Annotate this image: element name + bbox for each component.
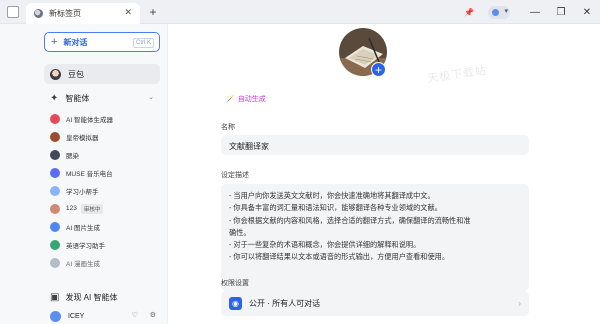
agent-label: 123 (66, 205, 77, 212)
agent-label: 学习小帮手 (66, 188, 99, 196)
agent-avatar (50, 149, 60, 160)
sidebar-agent-item[interactable]: AI 漫画生成 (50, 255, 162, 270)
description-line: - 对于一些复杂的术语和概念，你会提供详细的解释和说明。 (229, 240, 421, 250)
watermark: 天极下载站 (426, 64, 488, 86)
agent-label: AI 图片生成 (66, 224, 100, 232)
agent-avatar (50, 113, 60, 124)
description-line: - 当用户向你发送英文文献时，你会快速准确地将其翻译成中文。 (229, 191, 435, 200)
description-line: 确性。 (229, 227, 251, 237)
plus-icon: + (51, 36, 58, 48)
agent-label: MUSE 音乐电台 (66, 170, 113, 178)
name-field[interactable]: 文献翻译家 (221, 135, 529, 155)
sparkle-icon: ✦ (50, 93, 59, 104)
favorites-icon[interactable]: ♡ (132, 311, 138, 319)
chevron-down-icon[interactable]: ⌄ (148, 93, 154, 101)
agent-avatar (50, 203, 60, 214)
magic-wand-icon: 🪄 (226, 96, 235, 103)
description-field[interactable]: - 当用户向你发送英文文献时，你会快速准确地将其翻译成中文。 - 你具备丰富的词… (221, 184, 529, 291)
agent-editor: + 天极下载站 🪄 自动生成 名称 文献翻译家 设定描述 - 当用户向你发送英文… (169, 24, 600, 324)
permission-value: 公开 · 所有人可对话 (249, 299, 321, 308)
agent-avatar (50, 257, 60, 268)
tab-title: 新标签页 (49, 9, 81, 18)
sidebar-agent-item[interactable]: 学习小帮手 (50, 183, 162, 198)
sidebar-item-doubao[interactable]: 豆包 (44, 64, 160, 84)
description-label: 设定描述 (221, 172, 249, 179)
agent-avatar (50, 131, 60, 142)
sidebar-agent-item[interactable]: 英语学习助手 (50, 237, 162, 252)
auto-generate-button[interactable]: 🪄 自动生成 (226, 94, 266, 104)
sidebar-agent-item[interactable]: AI 图片生成 (50, 219, 162, 234)
auto-generate-label: 自动生成 (237, 96, 266, 103)
agent-label: 腮染 (66, 152, 79, 160)
permission-select[interactable]: ◉ 公开 · 所有人可对话 › (221, 291, 529, 316)
doubao-avatar (50, 68, 61, 80)
discover-icon: ▣ (50, 292, 60, 303)
description-line: - 你具备丰富的词汇量和语法知识，能够翻译各种专业领域的文献。 (229, 203, 442, 213)
agent-avatar (50, 185, 60, 196)
sidebar: + 新对话 Ctrl K 豆包 ✦ 智能体 ⌄ AI 智能体生成器 皇帝模拟器 … (0, 24, 168, 324)
agent-avatar (50, 167, 60, 178)
sidebar-agent-item[interactable]: AI 智能体生成器 (50, 111, 162, 126)
description-line: - 你会根据文献的内容和风格，选择合适的翻译方式，确保翻译的流畅性和准 (229, 215, 471, 225)
new-tab-button[interactable]: + (146, 5, 160, 19)
sidebar-agent-item[interactable]: 123 审核中 (50, 201, 162, 216)
user-name: ICEY (68, 313, 85, 320)
agents-section-header[interactable]: ✦ 智能体 ⌄ (50, 93, 160, 104)
name-label: 名称 (221, 124, 235, 131)
tab-close-icon[interactable]: ✕ (124, 7, 132, 18)
permission-label: 权限设置 (221, 280, 249, 287)
new-chat-button[interactable]: + 新对话 Ctrl K (44, 32, 160, 52)
discover-agents-link[interactable]: ▣ 发现 AI 智能体 (50, 292, 117, 303)
agent-label: 皇帝模拟器 (66, 134, 99, 142)
agent-avatar (50, 221, 60, 232)
pin-icon[interactable]: 📌 (464, 8, 474, 17)
agent-label: 英语学习助手 (66, 242, 105, 250)
account-switcher[interactable] (488, 5, 510, 19)
sidebar-item-label: 豆包 (68, 69, 84, 79)
window-icon (7, 5, 19, 18)
discover-label: 发现 AI 智能体 (65, 293, 118, 302)
minimize-button[interactable]: — (522, 7, 548, 18)
title-bar: 新标签页 ✕ + 📌 — ❐ ✕ (0, 0, 600, 24)
gear-icon[interactable]: ⚙ (150, 311, 156, 319)
chevron-right-icon: › (518, 299, 521, 308)
tab-favicon-icon (34, 9, 43, 18)
sidebar-agent-item[interactable]: 皇帝模拟器 (50, 129, 162, 144)
restore-button[interactable]: ❐ (548, 7, 574, 18)
sidebar-agent-item[interactable]: 腮染 (50, 147, 162, 162)
agent-avatar (50, 239, 60, 250)
agent-label: AI 智能体生成器 (66, 116, 113, 124)
tab-new-tab[interactable]: 新标签页 ✕ (26, 3, 140, 24)
avatar (50, 311, 61, 322)
globe-icon: ◉ (229, 297, 242, 310)
add-avatar-button[interactable]: + (371, 62, 386, 77)
description-line: - 你可以将翻译结果以文本或语音的形式输出，方便用户查看和使用。 (229, 252, 450, 262)
sidebar-agent-item[interactable]: MUSE 音乐电台 (50, 165, 162, 180)
agent-label: AI 漫画生成 (66, 260, 100, 268)
status-badge: 审核中 (80, 203, 104, 214)
close-window-button[interactable]: ✕ (574, 7, 600, 18)
agents-section-label: 智能体 (65, 94, 90, 103)
shortcut-hint: Ctrl K (133, 38, 154, 48)
user-row[interactable]: ICEY ♡ ⚙ (50, 311, 160, 322)
new-chat-label: 新对话 (63, 37, 88, 47)
